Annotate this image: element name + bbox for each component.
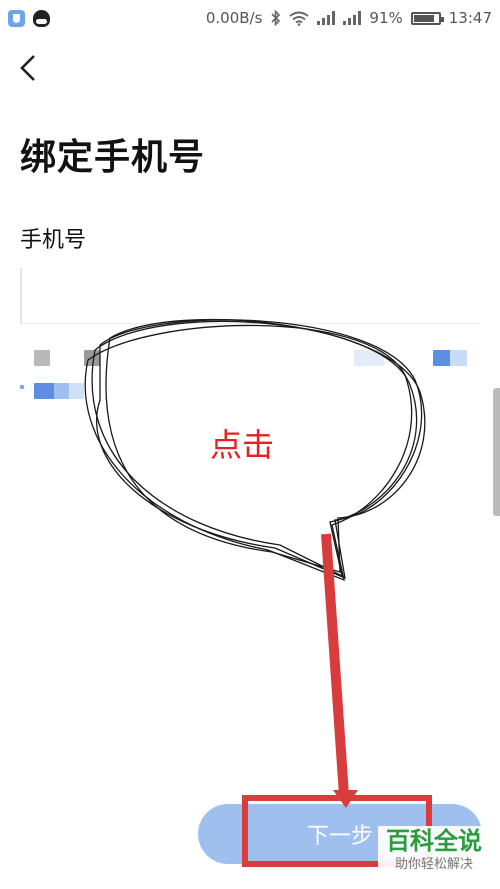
watermark-sub: 助你轻松解决 [394,857,473,872]
watermark-logo: 百科全说 助你轻松解决 [378,826,490,882]
annotation-arrow [321,533,358,808]
watermark-main: 百科全说 [386,827,482,855]
